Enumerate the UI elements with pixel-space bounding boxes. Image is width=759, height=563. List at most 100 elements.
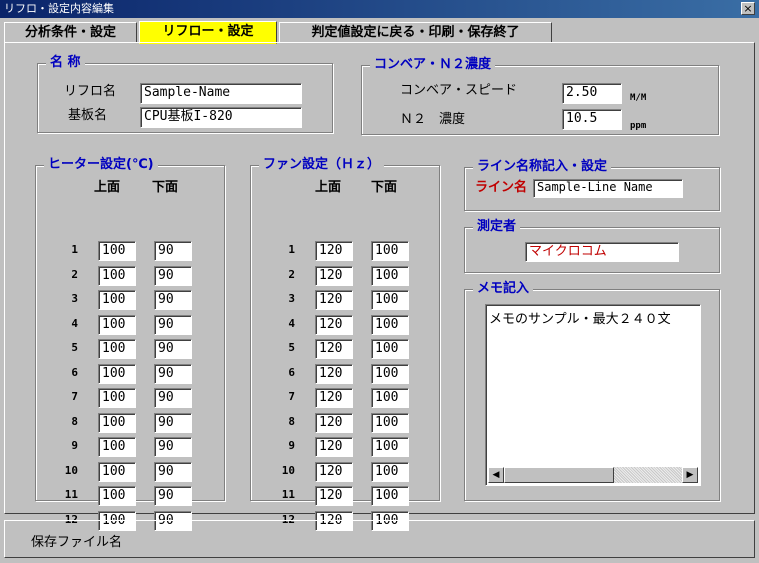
line-name-group-title: ライン名称記入・設定 — [473, 159, 612, 175]
memo-group: メモ記入 メモのサンプル・最大２４０文 ◀ ▶ — [464, 281, 720, 501]
status-bar: 保存ファイル名 — [4, 520, 755, 558]
heater_group-row-number: 4 — [71, 316, 78, 330]
fan_group-upper-field[interactable]: 120 — [315, 290, 353, 310]
reflow-name-field[interactable]: Sample-Name — [140, 83, 302, 104]
fan_group-lower-field[interactable]: 100 — [371, 437, 409, 457]
conveyor-speed-label: コンベア・スピード — [400, 83, 518, 98]
memo-text: メモのサンプル・最大２４０文 — [489, 312, 671, 327]
fan_group-row-number: 1 — [288, 243, 295, 256]
heater_group-upper-field[interactable]: 100 — [98, 388, 136, 408]
speed-unit: M/M — [630, 93, 647, 103]
tab-return-print-save[interactable]: 判定値設定に戻る・印刷・保存終了 — [279, 22, 552, 43]
heater_group-upper-field[interactable]: 100 — [98, 290, 136, 310]
heater_group-upper-field[interactable]: 100 — [98, 314, 136, 335]
heater-col-upper: 上面 — [94, 180, 121, 195]
heater_group-row-number: 9 — [71, 439, 78, 452]
fan_group-upper-field[interactable]: 120 — [315, 241, 353, 261]
heater_group-upper-field[interactable]: 100 — [98, 265, 136, 286]
heater_group-upper-field[interactable]: 100 — [98, 437, 136, 457]
line-name-field[interactable]: Sample-Line Name — [533, 179, 683, 198]
tab-analysis-conditions[interactable]: 分析条件・設定 — [4, 22, 137, 43]
fan_group-lower-field[interactable]: 100 — [371, 461, 409, 482]
fan_group-upper-field[interactable]: 120 — [315, 412, 353, 433]
fan_group-upper-field[interactable]: 120 — [315, 437, 353, 457]
fan_group-row-number: 11 — [281, 488, 295, 501]
heater_group-lower-field[interactable]: 90 — [154, 437, 192, 457]
fan_group-upper-field[interactable]: 120 — [315, 265, 353, 286]
heater_group-row-number: 7 — [71, 390, 78, 403]
line-name-label: ライン名 — [475, 180, 528, 195]
heater_group-row-number: 5 — [71, 341, 78, 354]
fan_group-upper-field[interactable]: 120 — [315, 388, 353, 408]
memo-horizontal-scrollbar[interactable]: ◀ ▶ — [488, 467, 698, 483]
heater_group-upper-field[interactable]: 100 — [98, 461, 136, 482]
heater_group-upper-field[interactable]: 100 — [98, 363, 136, 384]
heater_group-lower-field[interactable]: 90 — [154, 363, 192, 384]
heater_group-upper-field[interactable]: 100 — [98, 241, 136, 261]
board-name-field[interactable]: CPU基板I-820 — [140, 107, 302, 128]
fan_group-upper-field[interactable]: 120 — [315, 461, 353, 482]
heater_group-upper-field[interactable]: 100 — [98, 412, 136, 433]
fan-col-lower: 下面 — [371, 180, 398, 195]
heater_group-lower-field[interactable]: 90 — [154, 265, 192, 286]
fan-col-upper: 上面 — [315, 180, 342, 195]
fan_group-upper-field[interactable]: 120 — [315, 339, 353, 359]
conveyor-n2-group-title: コンベア・Ｎ２濃度 — [370, 57, 496, 73]
heater_group-row-number: 3 — [71, 292, 78, 305]
fan_group-row-number: 5 — [288, 341, 295, 354]
heater_group-row-number: 8 — [71, 414, 78, 428]
fan_group-lower-field[interactable]: 100 — [371, 339, 409, 359]
close-icon[interactable]: × — [741, 2, 755, 15]
fan_group-lower-field[interactable]: 100 — [371, 290, 409, 310]
heater_group-upper-field[interactable]: 100 — [98, 339, 136, 359]
heater_group-row-number: 10 — [64, 463, 78, 477]
heater_group-lower-field[interactable]: 90 — [154, 241, 192, 261]
heater_group-lower-field[interactable]: 90 — [154, 412, 192, 433]
heater_group-row-number: 1 — [71, 243, 78, 256]
fan_group-lower-field[interactable]: 100 — [371, 363, 409, 384]
fan_group-row-number: 9 — [288, 439, 295, 452]
heater-group-title: ヒーター設定(℃) — [44, 157, 158, 173]
heater_group-lower-field[interactable]: 90 — [154, 461, 192, 482]
n2-concentration-field[interactable]: 10.5 — [562, 109, 622, 130]
tab-reflow-settings[interactable]: リフロー・設定 — [139, 21, 277, 44]
fan_group-row-number: 7 — [288, 390, 295, 403]
title-bar: リフロ・設定内容編集 × — [0, 0, 759, 18]
fan_group-row-number: 4 — [288, 316, 295, 330]
scroll-right-icon[interactable]: ▶ — [682, 467, 698, 483]
fan_group-lower-field[interactable]: 100 — [371, 388, 409, 408]
heater_group-upper-field[interactable]: 100 — [98, 486, 136, 506]
heater_group-lower-field[interactable]: 90 — [154, 314, 192, 335]
window-title: リフロ・設定内容編集 — [4, 2, 114, 15]
heater_group-lower-field[interactable]: 90 — [154, 486, 192, 506]
operator-field[interactable]: マイクロコム — [525, 242, 679, 262]
fan_group-lower-field[interactable]: 100 — [371, 486, 409, 506]
heater_group-lower-field[interactable]: 90 — [154, 339, 192, 359]
fan-group-title: ファン設定（Ｈｚ） — [259, 157, 385, 173]
fan_group-row-number: 10 — [281, 463, 295, 477]
fan_group-upper-field[interactable]: 120 — [315, 486, 353, 506]
reflow-settings-panel: 名 称 リフロ名 Sample-Name 基板名 CPU基板I-820 コンベア… — [4, 42, 755, 531]
name-group: 名 称 リフロ名 Sample-Name 基板名 CPU基板I-820 — [37, 55, 333, 133]
fan_group-lower-field[interactable]: 100 — [371, 241, 409, 261]
scroll-left-icon[interactable]: ◀ — [488, 467, 504, 483]
operator-group: 測定者 マイクロコム — [464, 219, 720, 273]
fan-group: ファン設定（Ｈｚ） 上面 下面 1 120 100 2 120 100 3 120 100 4 12… — [250, 157, 440, 531]
line-name-group: ライン名称記入・設定 ライン名 Sample-Line Name — [464, 159, 720, 211]
conveyor-speed-field[interactable]: 2.50 — [562, 83, 622, 104]
heater_group-lower-field[interactable]: 90 — [154, 388, 192, 408]
fan_group-row-number: 6 — [288, 365, 295, 379]
heater-group: ヒーター設定(℃) 上面 下面 1 100 90 2 100 90 3 100 90 4 100 90… — [35, 157, 225, 531]
fan_group-upper-field[interactable]: 120 — [315, 363, 353, 384]
conveyor-n2-group: コンベア・Ｎ２濃度 コンベア・スピード 2.50 M/M Ｎ２ 濃度 10.5 … — [361, 57, 719, 135]
memo-textarea[interactable]: メモのサンプル・最大２４０文 ◀ ▶ — [485, 304, 701, 486]
memo-group-title: メモ記入 — [473, 281, 534, 297]
fan_group-lower-field[interactable]: 100 — [371, 314, 409, 335]
fan_group-lower-field[interactable]: 100 — [371, 412, 409, 433]
scroll-thumb[interactable] — [504, 467, 614, 483]
fan_group-upper-field[interactable]: 120 — [315, 314, 353, 335]
heater_group-lower-field[interactable]: 90 — [154, 290, 192, 310]
operator-group-title: 測定者 — [473, 219, 521, 235]
fan_group-row-number: 3 — [288, 292, 295, 305]
fan_group-lower-field[interactable]: 100 — [371, 265, 409, 286]
